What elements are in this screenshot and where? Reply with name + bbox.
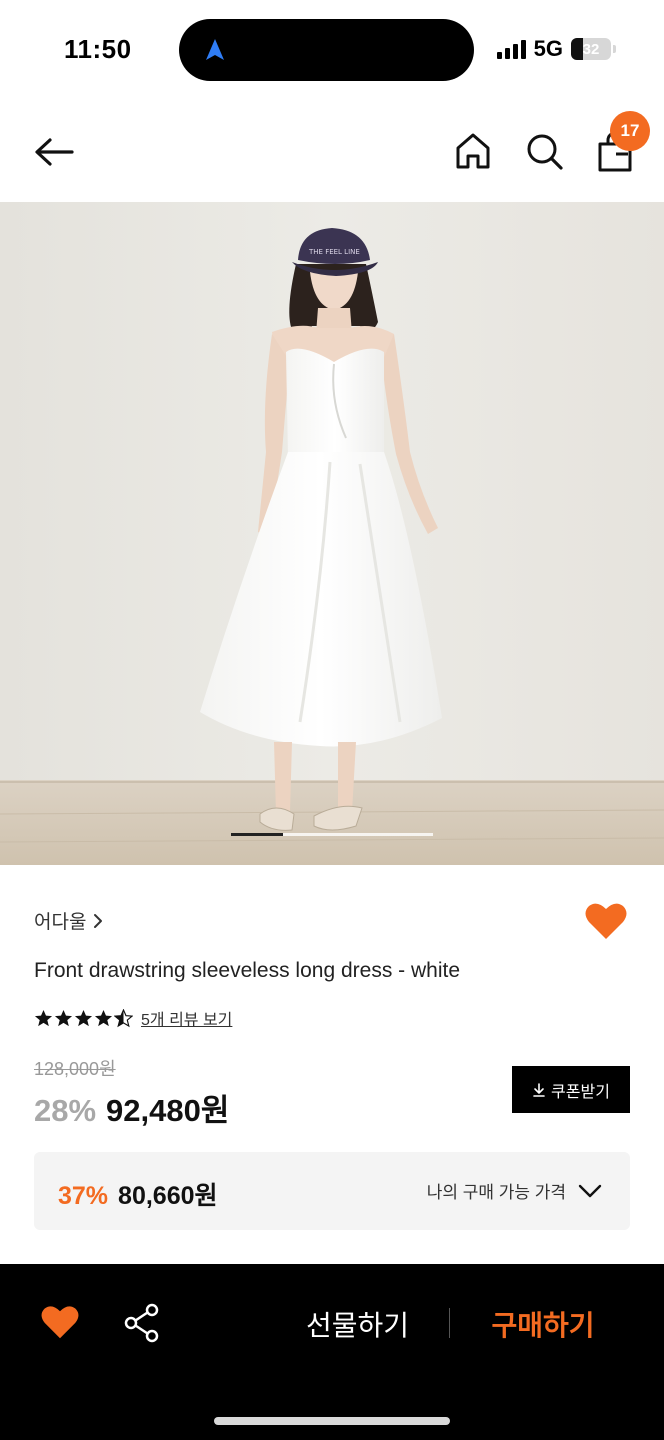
star-icon xyxy=(34,1009,53,1026)
half-star-icon xyxy=(114,1008,133,1027)
discount-percent: 28% xyxy=(34,1093,97,1128)
product-title: Front drawstring sleeveless long dress -… xyxy=(34,959,461,982)
buy-button[interactable]: 구매하기 xyxy=(478,1304,608,1344)
star-icon xyxy=(54,1009,73,1026)
chevron-right-icon xyxy=(94,913,103,928)
product-image[interactable]: THE FEEL LINE xyxy=(0,202,664,865)
battery-icon: 32 xyxy=(571,38,611,60)
top-nav xyxy=(0,100,664,202)
star-icon xyxy=(74,1009,93,1026)
status-bar: 11:50 5G 32 xyxy=(0,0,664,100)
coupon-button-label: 쿠폰받기 xyxy=(551,1083,610,1101)
rating-stars xyxy=(34,1008,133,1028)
download-icon xyxy=(533,1082,545,1097)
brand-link[interactable]: 어다울 xyxy=(34,907,104,934)
heart-icon[interactable] xyxy=(584,901,628,941)
bottom-action-bar: 선물하기 구매하기 xyxy=(0,1264,664,1440)
home-indicator[interactable] xyxy=(214,1417,450,1425)
back-arrow-icon[interactable] xyxy=(30,132,78,172)
navigation-arrow-icon xyxy=(206,39,224,60)
share-icon[interactable] xyxy=(122,1302,162,1344)
sale-price: 92,480원 xyxy=(106,1093,230,1128)
status-time: 11:50 xyxy=(64,34,132,64)
star-icon xyxy=(94,1009,113,1026)
dynamic-island xyxy=(179,19,474,81)
coupon-button[interactable]: 쿠폰받기 xyxy=(512,1066,630,1113)
cart-count-badge: 17 xyxy=(610,111,650,151)
chevron-down-icon xyxy=(578,1184,602,1197)
review-link[interactable]: 5개 리뷰 보기 xyxy=(141,1006,232,1030)
divider xyxy=(449,1308,450,1338)
my-discount-percent: 37% xyxy=(58,1182,109,1210)
carousel-indicator xyxy=(231,833,283,836)
rating-row: 5개 리뷰 보기 xyxy=(34,1006,232,1030)
battery-level: 32 xyxy=(582,40,600,58)
svg-text:THE FEEL LINE: THE FEEL LINE xyxy=(308,248,360,256)
home-icon[interactable] xyxy=(454,130,492,172)
signal-icon xyxy=(496,39,526,59)
network-type: 5G xyxy=(533,36,563,61)
my-price-values: 37% 80,660원 xyxy=(58,1176,218,1212)
my-price-toggle[interactable]: 나의 구매 가능 가격 xyxy=(427,1178,602,1203)
my-price-panel[interactable]: 37% 80,660원 나의 구매 가능 가격 xyxy=(34,1152,630,1230)
my-price-amount: 80,660원 xyxy=(118,1182,218,1210)
search-icon[interactable] xyxy=(524,130,564,172)
original-price: 128,000원 xyxy=(34,1059,116,1079)
gift-button[interactable]: 선물하기 xyxy=(290,1304,425,1344)
status-indicators: 5G 32 xyxy=(496,36,616,62)
product-photo: THE FEEL LINE xyxy=(0,202,664,865)
brand-name: 어다울 xyxy=(34,912,87,933)
heart-icon[interactable] xyxy=(40,1304,80,1340)
price-row: 28% 92,480원 xyxy=(34,1085,229,1130)
my-price-label: 나의 구매 가능 가격 xyxy=(426,1183,566,1202)
